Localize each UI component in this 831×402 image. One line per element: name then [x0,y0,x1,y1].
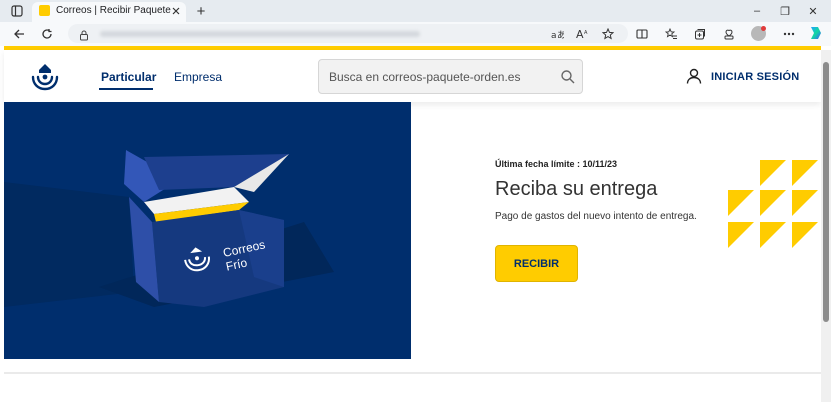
recibir-button[interactable]: RECIBIR [495,245,578,282]
svg-text:あ: あ [557,30,564,40]
search-icon[interactable] [560,69,576,85]
copilot-icon[interactable] [807,25,823,46]
extensions-icon[interactable] [718,24,740,44]
new-tab-button[interactable]: + [188,3,214,20]
favorites-list-icon[interactable] [660,24,682,44]
maximize-button[interactable]: ❐ [772,3,798,19]
profile-icon[interactable] [751,26,766,41]
read-aloud-icon[interactable]: aあ [546,24,568,44]
correos-favicon-icon [39,5,50,16]
nav-particular[interactable]: Particular [101,70,156,84]
refresh-icon[interactable] [36,24,58,44]
search-placeholder: Busca en correos-paquete-orden.es [329,70,521,84]
deadline-label: Última fecha límite : 10/11/23 [495,159,618,169]
section-divider [4,372,821,374]
sidebar-toggle-icon[interactable] [4,3,30,19]
hero-title: Reciba su entrega [495,178,658,200]
login-link[interactable]: INICIAR SESIÓN [711,71,799,83]
back-icon[interactable] [8,24,30,44]
scrollbar-thumb[interactable] [823,62,829,322]
hero-image: Correos Frío [4,102,411,359]
minimize-button[interactable]: – [744,3,770,19]
font-icon[interactable]: AA [571,24,593,44]
nav-active-underline [99,88,153,90]
nav-empresa[interactable]: Empresa [174,70,222,84]
close-window-button[interactable]: ✕ [800,3,826,19]
split-screen-icon[interactable] [631,24,653,44]
hero-subtitle: Pago de gastos del nuevo intento de entr… [495,211,697,222]
decorative-triangles [728,160,820,250]
more-icon[interactable] [778,24,800,44]
blurred-url [100,31,420,37]
user-icon[interactable] [686,68,702,84]
tab-title: Correos | Recibir Paquete [56,5,171,16]
svg-text:a: a [551,31,557,40]
lock-icon[interactable] [79,28,89,46]
collections-icon[interactable] [689,24,711,44]
svg-text:A: A [576,28,584,40]
favorite-icon[interactable] [597,24,619,44]
svg-text:A: A [584,30,588,36]
correos-logo-icon[interactable] [28,60,62,94]
close-tab-icon[interactable] [168,3,184,19]
